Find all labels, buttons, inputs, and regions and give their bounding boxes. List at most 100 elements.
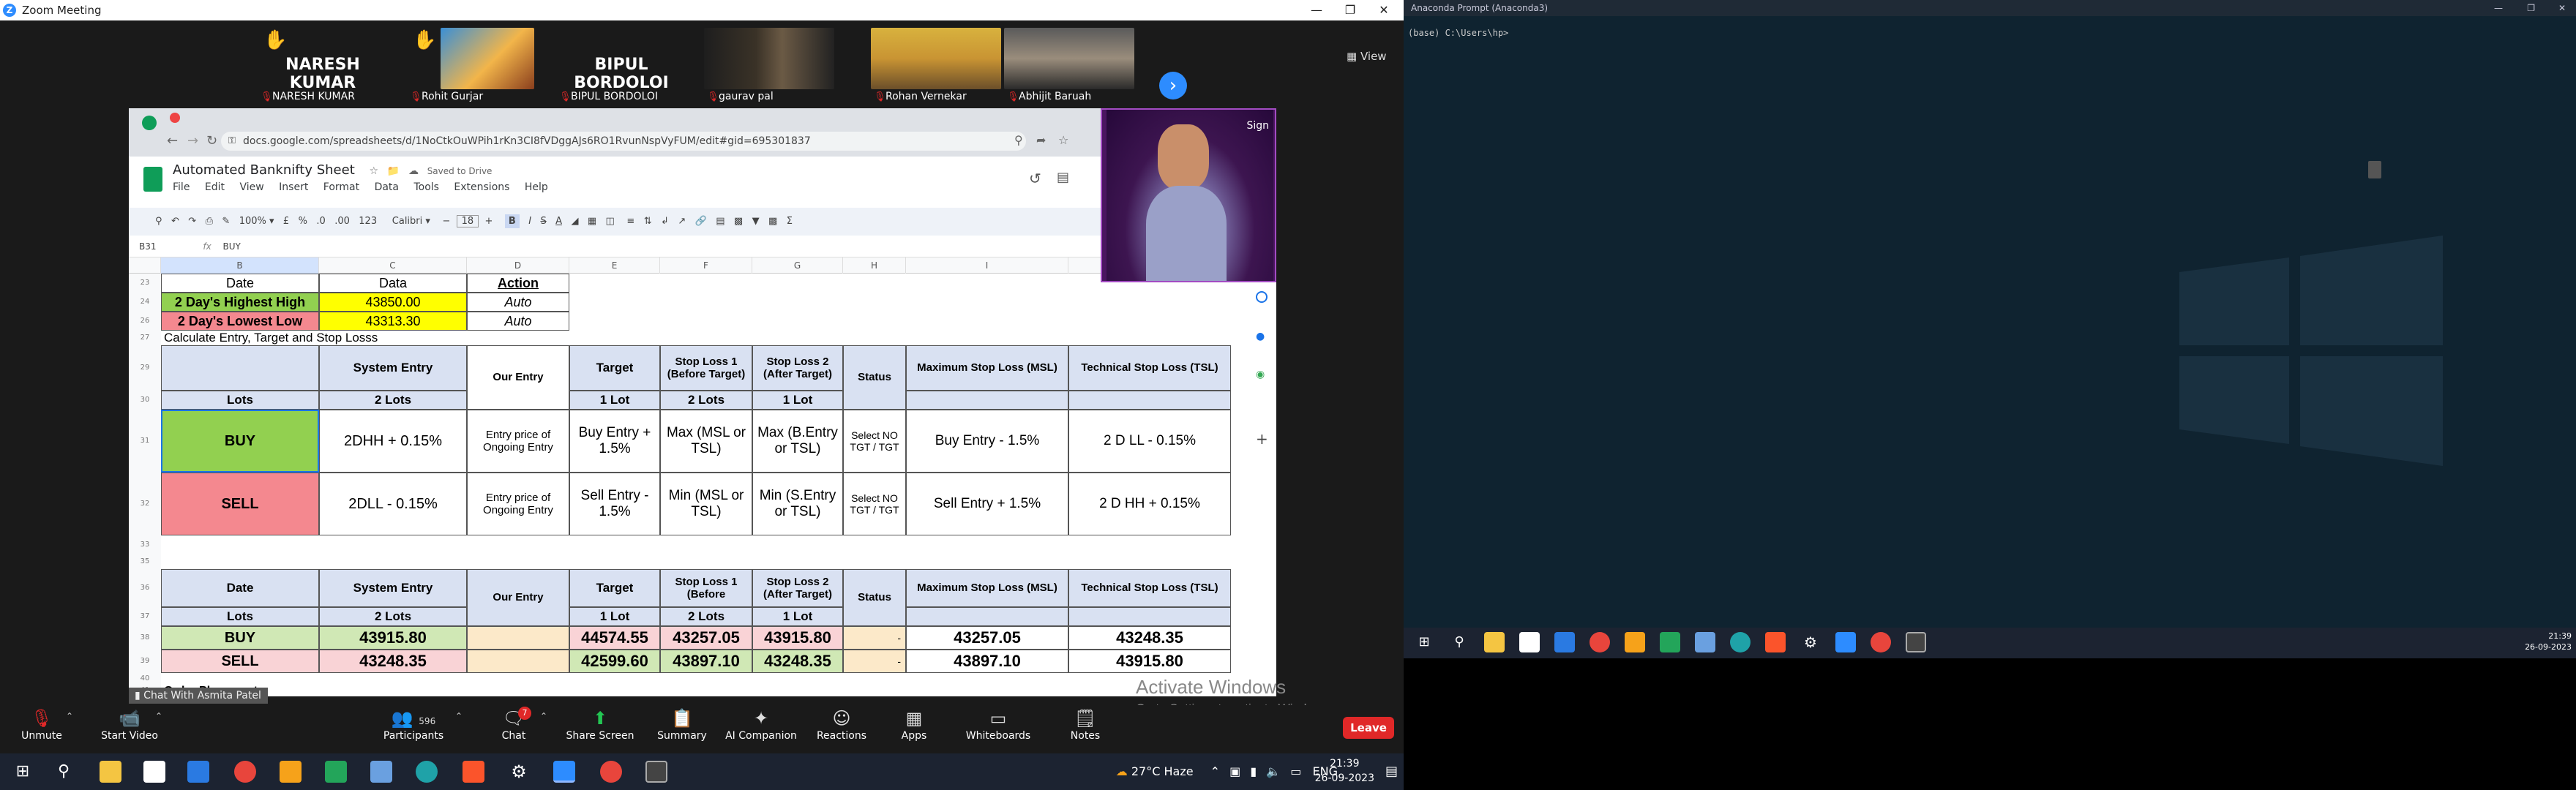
share-screen-button[interactable]: ⬆ Share Screen — [565, 707, 635, 742]
sell-our-rule[interactable]: Entry price of Ongoing Entry — [467, 473, 569, 535]
buy-label-cell[interactable]: BUY — [161, 410, 319, 473]
row-number[interactable]: 24 — [129, 293, 161, 312]
app-icon[interactable] — [1660, 632, 1680, 652]
zoom-lens-icon[interactable]: ⚲ — [1014, 133, 1023, 147]
calc-title[interactable]: Calculate Entry, Target and Stop Losss — [164, 331, 378, 345]
sell-sl1-rule[interactable]: Min (MSL or TSL) — [660, 473, 752, 535]
row-number[interactable]: 40 — [129, 673, 161, 685]
zoom-taskbar-icon[interactable] — [553, 761, 575, 783]
participant-tile[interactable]: 🎙 gaurav pal — [704, 25, 834, 104]
minimize-button[interactable]: — — [1300, 0, 1333, 20]
menu-tools[interactable]: Tools — [413, 181, 439, 193]
currency-button[interactable]: £ — [283, 216, 289, 227]
menu-file[interactable]: File — [173, 181, 190, 193]
header-tsl[interactable]: Technical Stop Loss (TSL) — [1068, 345, 1231, 391]
lots2-target[interactable]: 1 Lot — [569, 607, 660, 626]
audio-options-caret-icon[interactable]: ⌃ — [66, 711, 73, 721]
header2-msl[interactable]: Maximum Stop Loss (MSL) — [906, 569, 1068, 607]
notification-icon[interactable]: ▤ — [1385, 764, 1398, 779]
highest-high-label[interactable]: 2 Day's Highest High — [161, 293, 319, 312]
column-header[interactable]: C — [319, 257, 467, 274]
menu-data[interactable]: Data — [375, 181, 399, 193]
sell-sl2-value[interactable]: 43248.35 — [752, 650, 843, 673]
lots2-msl[interactable] — [906, 607, 1068, 626]
store-icon[interactable] — [1519, 632, 1540, 652]
zoom-select[interactable]: 100% — [239, 216, 266, 227]
header2-date[interactable]: Date — [161, 569, 319, 607]
column-header[interactable]: B — [161, 257, 319, 274]
hl-date-header[interactable]: Date — [161, 274, 319, 293]
link-icon[interactable]: 🔗 — [695, 216, 707, 227]
forward-icon[interactable]: → — [187, 133, 198, 148]
lowest-low-value[interactable]: 43313.30 — [319, 312, 467, 331]
row-number[interactable]: 27 — [129, 331, 161, 345]
row-number[interactable]: 31 — [129, 410, 161, 473]
presenter-video[interactable]: Sign — [1101, 108, 1276, 282]
search-menus-icon[interactable]: ⚲ — [155, 216, 162, 227]
unmute-button[interactable]: 🎙 Unmute — [16, 707, 67, 742]
edge-icon[interactable] — [416, 761, 438, 783]
header2-target[interactable]: Target — [569, 569, 660, 607]
search-icon[interactable]: ⚲ — [53, 761, 75, 783]
display-icon[interactable]: ▭ — [1290, 764, 1301, 778]
store-icon[interactable] — [143, 761, 165, 783]
column-header[interactable]: I — [906, 257, 1068, 274]
header2-sl1[interactable]: Stop Loss 1 (Before — [660, 569, 752, 607]
fill-color-icon[interactable]: ◢ — [571, 216, 578, 227]
summary-button[interactable]: 📋 Summary — [653, 707, 711, 742]
row-number[interactable]: 26 — [129, 312, 161, 331]
lots-target[interactable]: 1 Lot — [569, 391, 660, 410]
sell-system-entry-value[interactable]: 43248.35 — [319, 650, 467, 673]
decimal-increase-icon[interactable]: .00 — [334, 216, 350, 227]
more-formats-button[interactable]: 123 — [359, 216, 377, 227]
redo-icon[interactable]: ↷ — [188, 216, 196, 227]
buy-values-label[interactable]: BUY — [161, 626, 319, 650]
menu-view[interactable]: View — [239, 181, 263, 193]
file-explorer-icon[interactable] — [1484, 632, 1505, 652]
participant-tile[interactable]: ✋ 🎙 Rohit Gurjar — [407, 25, 537, 104]
filter-icon[interactable]: ▼ — [752, 216, 760, 227]
file-explorer-icon[interactable] — [100, 761, 121, 783]
lots2-sl1[interactable]: 2 Lots — [660, 607, 752, 626]
add-addon-icon[interactable]: + — [1256, 430, 1268, 448]
maximize-button[interactable]: ❐ — [2527, 0, 2535, 16]
borders-icon[interactable]: ▦ — [588, 216, 596, 227]
chat-caret-icon[interactable]: ⌃ — [540, 711, 547, 721]
start-icon[interactable]: ⊞ — [1414, 632, 1434, 652]
comment-icon[interactable]: ▤ — [716, 216, 724, 227]
sublime-icon[interactable] — [280, 761, 302, 783]
header2-status[interactable]: Status — [843, 569, 906, 626]
sell-status-rule[interactable]: Select NO TGT / TGT — [843, 473, 906, 535]
menu-edit[interactable]: Edit — [205, 181, 225, 193]
row-number[interactable]: 23 — [129, 274, 161, 293]
sublime-icon[interactable] — [1625, 632, 1645, 652]
strikethrough-icon[interactable]: S — [540, 216, 546, 227]
header-system-entry[interactable]: System Entry — [319, 345, 467, 391]
buy-our-entry-value[interactable] — [467, 626, 569, 650]
weather-text[interactable]: 27°C Haze — [1131, 764, 1194, 778]
align-icon[interactable]: ≡ — [626, 216, 634, 227]
lots-sl1[interactable]: 2 Lots — [660, 391, 752, 410]
video-options-caret-icon[interactable]: ⌃ — [155, 711, 162, 721]
buy-sl1-rule[interactable]: Max (MSL or TSL) — [660, 410, 752, 473]
hl-data-header[interactable]: Data — [319, 274, 467, 293]
view-button[interactable]: ▦ View — [1347, 50, 1387, 63]
participants-button[interactable]: 👥 596 Participants — [381, 707, 446, 742]
volume-icon[interactable]: 🔈 — [1266, 764, 1281, 778]
settings-app-icon[interactable] — [370, 761, 392, 783]
lots2-sl2[interactable]: 1 Lot — [752, 607, 843, 626]
menu-format[interactable]: Format — [323, 181, 359, 193]
bold-icon[interactable]: B — [504, 214, 520, 228]
chat-with-banner[interactable]: ▮ Chat With Asmita Patel — [129, 688, 268, 704]
bookmark-star-icon[interactable]: ☆ — [1058, 133, 1068, 147]
header-sl1[interactable]: Stop Loss 1 (Before Target) — [660, 345, 752, 391]
lots2-system[interactable]: 2 Lots — [319, 607, 467, 626]
terminal-icon[interactable] — [1906, 632, 1926, 652]
desktop-file-icon[interactable] — [2368, 161, 2381, 178]
select-all-corner[interactable] — [129, 257, 161, 274]
buy-status-dropdown[interactable]: - — [843, 626, 906, 650]
secondary-clock[interactable]: 21:39 26-09-2023 — [2525, 631, 2572, 652]
maximize-button[interactable]: ❐ — [1333, 0, 1367, 20]
brave-icon[interactable] — [1765, 632, 1786, 652]
address-bar[interactable]: ⚿ docs.google.com/spreadsheets/d/1NoCtkO… — [221, 132, 1026, 151]
